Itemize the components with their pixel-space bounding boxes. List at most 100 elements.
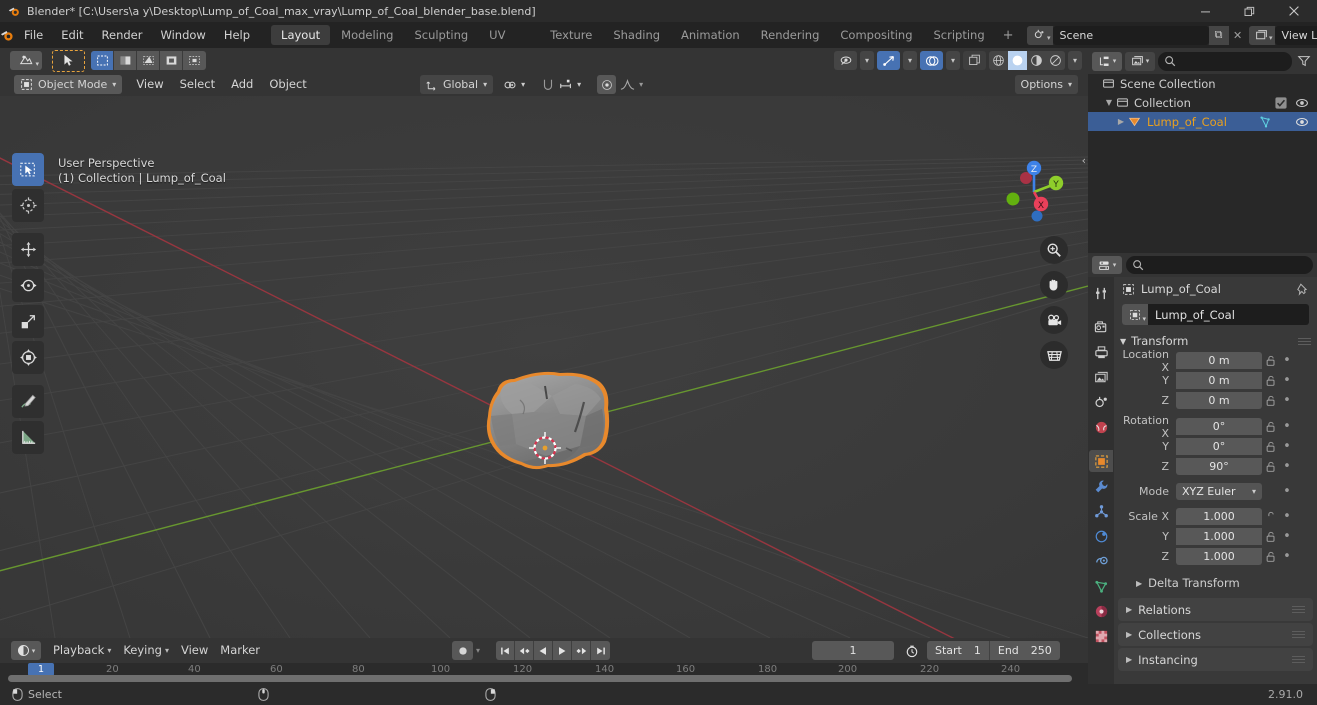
- tab-shading[interactable]: Shading: [603, 25, 670, 45]
- editor-type-button[interactable]: ▾: [10, 51, 42, 70]
- tab-texture-paint[interactable]: Texture Paint: [540, 25, 602, 62]
- tab-layout[interactable]: Layout: [271, 25, 331, 45]
- transform-orientation-selector[interactable]: Global ▾: [420, 75, 494, 94]
- animate-dot-icon[interactable]: •: [1280, 459, 1294, 474]
- timeline-track[interactable]: 20 40 60 80 100 120 140 160 180 200 220 …: [0, 663, 1088, 684]
- viewport-menu-view[interactable]: View: [128, 73, 171, 96]
- view-layer-tab[interactable]: [1089, 366, 1113, 388]
- jump-to-start-icon[interactable]: [496, 641, 515, 660]
- timeline-editor-type-button[interactable]: ▾: [11, 641, 41, 660]
- eye-icon[interactable]: [1295, 115, 1309, 129]
- tab-rendering[interactable]: Rendering: [751, 25, 830, 45]
- outliner-display-mode-button[interactable]: ▾: [1125, 51, 1155, 71]
- overlays-dropdown-icon[interactable]: ▾: [946, 51, 960, 70]
- mesh-data-icon[interactable]: [1259, 115, 1273, 129]
- snap-controls[interactable]: ▾: [535, 75, 587, 94]
- grid-ortho-icon[interactable]: [1040, 341, 1068, 369]
- constraints-tab[interactable]: [1089, 550, 1113, 572]
- start-frame-field[interactable]: Start 1: [927, 641, 990, 660]
- end-frame-field[interactable]: End 250: [990, 641, 1060, 660]
- tab-scripting[interactable]: Scripting: [924, 25, 995, 45]
- sidebar-collapse-icon[interactable]: ‹: [1082, 154, 1086, 167]
- viewport-menu-add[interactable]: Add: [223, 73, 261, 96]
- collections-panel[interactable]: ▶ Collections: [1118, 623, 1313, 646]
- timeline-menu-view[interactable]: View: [175, 639, 214, 662]
- view-layer-icon[interactable]: ▾: [1248, 25, 1275, 45]
- menu-edit[interactable]: Edit: [52, 22, 92, 48]
- tab-sculpting[interactable]: Sculpting: [404, 25, 478, 45]
- measure-tool[interactable]: [12, 421, 44, 454]
- timeline-menu-playback[interactable]: Playback ▾: [47, 639, 117, 662]
- tab-modeling[interactable]: Modeling: [331, 25, 403, 45]
- annotate-tool[interactable]: [12, 385, 44, 418]
- lock-icon[interactable]: [1262, 461, 1280, 473]
- outliner-row-collection[interactable]: ▼ Collection: [1088, 93, 1317, 112]
- render-tab[interactable]: [1089, 316, 1113, 338]
- lock-icon[interactable]: [1262, 531, 1280, 543]
- animate-dot-icon[interactable]: •: [1280, 549, 1294, 564]
- options-button[interactable]: Options ▾: [1014, 75, 1078, 94]
- lock-icon[interactable]: [1262, 551, 1280, 563]
- solid-shading-icon[interactable]: [1008, 51, 1027, 70]
- scale-x-field[interactable]: 1.000: [1176, 508, 1262, 525]
- object-name-field[interactable]: ▾ Lump_of_Coal: [1122, 304, 1309, 325]
- object-tab[interactable]: [1089, 450, 1113, 472]
- menu-render[interactable]: Render: [93, 22, 152, 48]
- use-preview-range-icon[interactable]: [900, 641, 923, 660]
- select-new-icon[interactable]: [114, 51, 137, 70]
- overlays-icon[interactable]: [920, 51, 943, 70]
- chevron-down-icon[interactable]: ▼: [1102, 98, 1116, 107]
- transform-tool[interactable]: [12, 341, 44, 374]
- material-preview-shading-icon[interactable]: [1027, 51, 1046, 70]
- visibility-dropdown-icon[interactable]: ▾: [860, 51, 874, 70]
- modifier-tab[interactable]: [1089, 475, 1113, 497]
- timeline-menu-keying[interactable]: Keying ▾: [117, 639, 175, 662]
- gizmo-dropdown-icon[interactable]: ▾: [903, 51, 917, 70]
- texture-tab[interactable]: [1089, 625, 1113, 647]
- chevron-right-icon[interactable]: ▶: [1114, 117, 1128, 126]
- visibility-icon[interactable]: [834, 51, 857, 70]
- rotation-mode-select[interactable]: XYZ Euler ▾: [1176, 483, 1262, 500]
- shading-dropdown-icon[interactable]: ▾: [1068, 51, 1082, 70]
- pin-icon[interactable]: [1296, 282, 1309, 296]
- xray-toggle-icon[interactable]: [963, 51, 986, 70]
- rotate-tool[interactable]: [12, 269, 44, 302]
- maximize-button[interactable]: [1227, 0, 1271, 22]
- play-icon[interactable]: [553, 641, 572, 660]
- menu-file[interactable]: File: [15, 22, 52, 48]
- properties-search-input[interactable]: [1126, 256, 1313, 274]
- select-box-icon[interactable]: [91, 51, 114, 70]
- animate-dot-icon[interactable]: •: [1280, 373, 1294, 388]
- unlink-scene-button[interactable]: ✕: [1229, 26, 1247, 45]
- outliner-row-scene-collection[interactable]: Scene Collection: [1088, 74, 1317, 93]
- navigation-gizmo[interactable]: Z Y X: [996, 154, 1072, 230]
- previous-keyframe-icon[interactable]: [515, 641, 534, 660]
- object-data-tab[interactable]: [1089, 575, 1113, 597]
- output-tab[interactable]: [1089, 341, 1113, 363]
- wireframe-shading-icon[interactable]: [989, 51, 1008, 70]
- material-tab[interactable]: [1089, 600, 1113, 622]
- tab-compositing[interactable]: Compositing: [830, 25, 922, 45]
- viewlayer-name-field[interactable]: View Layer: [1274, 25, 1317, 45]
- lock-icon[interactable]: [1262, 441, 1280, 453]
- outliner-editor-type-button[interactable]: ▾: [1092, 51, 1122, 71]
- scene-tab[interactable]: [1089, 391, 1113, 413]
- delta-transform-subpanel[interactable]: ▶ Delta Transform: [1114, 573, 1317, 593]
- eye-icon[interactable]: [1295, 96, 1309, 110]
- zoom-icon[interactable]: [1040, 236, 1068, 264]
- checkbox-icon[interactable]: [1275, 96, 1287, 109]
- tool-tab[interactable]: [1089, 282, 1113, 304]
- outliner-search-input[interactable]: [1158, 51, 1292, 71]
- menu-window[interactable]: Window: [151, 22, 214, 48]
- properties-editor-type-button[interactable]: ▾: [1092, 256, 1122, 274]
- add-workspace-button[interactable]: +: [996, 28, 1021, 43]
- animate-dot-icon[interactable]: •: [1280, 509, 1294, 524]
- minimize-button[interactable]: [1183, 0, 1227, 22]
- rotation-y-field[interactable]: 0°: [1176, 438, 1262, 455]
- viewport-menu-object[interactable]: Object: [261, 73, 314, 96]
- timeline-menu-marker[interactable]: Marker: [214, 639, 266, 662]
- auto-keying-dropdown-icon[interactable]: ▾: [476, 646, 480, 655]
- select-box-tool[interactable]: [12, 153, 44, 186]
- viewport-menu-select[interactable]: Select: [172, 73, 223, 96]
- auto-keying-icon[interactable]: [452, 641, 473, 660]
